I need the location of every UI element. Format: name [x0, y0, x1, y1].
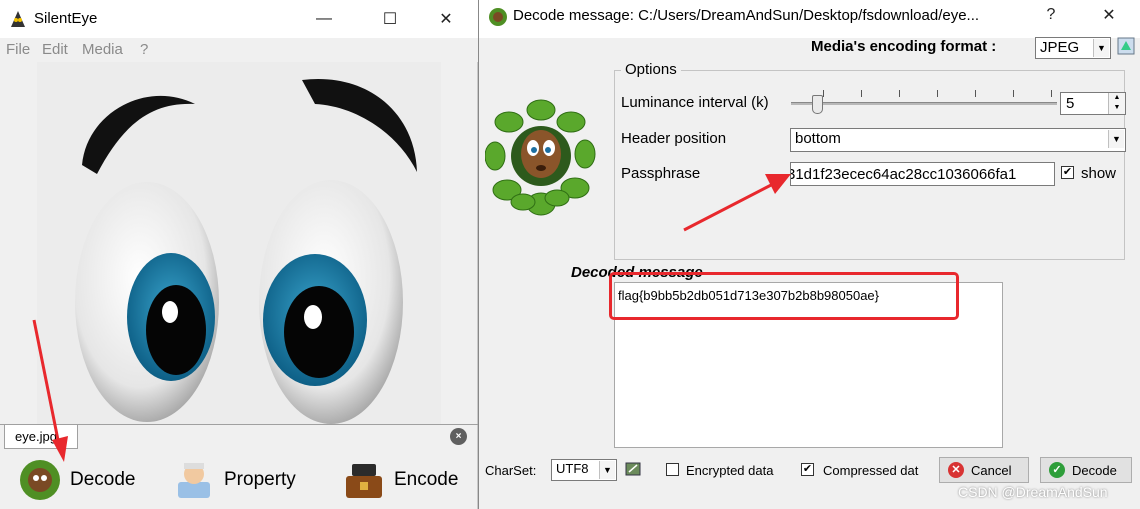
close-button[interactable]: ✕	[424, 0, 468, 38]
leaves-mascot-image	[485, 99, 596, 216]
luminance-label: Luminance interval (k)	[621, 94, 769, 111]
slider-tick	[1013, 90, 1014, 97]
cartoon-eyes-image	[75, 78, 417, 424]
main-title-bar[interactable]: SilentEye — ☐ ✕	[0, 0, 478, 38]
encoding-format-value: JPEG	[1040, 39, 1080, 56]
property-doctor-icon	[178, 463, 210, 498]
annotation-arrow-decode	[32, 319, 68, 462]
tab-close-icon[interactable]: ×	[450, 428, 467, 445]
menu-file[interactable]: File	[6, 41, 30, 58]
luminance-spinbox[interactable]: 5 ▲ ▼	[1060, 92, 1126, 115]
minimize-button[interactable]: —	[302, 0, 346, 38]
menu-media[interactable]: Media	[82, 41, 123, 58]
dialog-title-bar[interactable]: Decode message: C:/Users/DreamAndSun/Des…	[479, 0, 1140, 38]
header-position-label: Header position	[621, 130, 727, 147]
show-label: show	[1081, 165, 1117, 182]
slider-tick	[899, 90, 900, 97]
compressed-data-checkbox[interactable]: ✔	[801, 463, 814, 476]
charset-value: UTF8	[556, 461, 589, 476]
decode-button-label: Decode	[70, 469, 136, 490]
encrypted-data-checkbox[interactable]	[666, 463, 679, 476]
encrypted-data-label: Encrypted data	[686, 463, 774, 478]
slider-tick	[861, 90, 862, 97]
passphrase-value: 31d1f23ecec64ac28cc1036066fa1	[790, 166, 1017, 183]
encoding-format-label: Media's encoding format :	[811, 38, 997, 55]
header-position-value: bottom	[795, 130, 841, 147]
check-icon: ✓	[1049, 462, 1065, 478]
silenteye-app-icon	[11, 11, 25, 27]
menu-edit[interactable]: Edit	[42, 41, 68, 58]
dialog-decode-button-label: Decode	[1072, 462, 1117, 478]
cancel-button-label: Cancel	[971, 462, 1012, 478]
dialog-decode-button[interactable]: ✓ Decode	[1040, 457, 1132, 483]
decode-message-dialog: Decode message: C:/Users/DreamAndSun/Des…	[478, 0, 1140, 509]
maximize-button[interactable]: ☐	[368, 0, 412, 38]
property-button-label: Property	[224, 469, 296, 490]
compressed-data-label: Compressed dat	[823, 463, 919, 478]
options-title: Options	[621, 61, 681, 78]
slider-tick	[975, 90, 976, 97]
media-preview	[37, 62, 441, 424]
charset-select[interactable]: UTF8 ▼	[551, 459, 617, 481]
annotation-arrow-passphrase	[683, 174, 791, 232]
header-position-select[interactable]: bottom ▼	[790, 128, 1126, 152]
luminance-slider-thumb[interactable]	[812, 95, 823, 114]
passphrase-input[interactable]: 31d1f23ecec64ac28cc1036066fa1	[790, 162, 1055, 186]
cancel-icon: ✕	[948, 462, 964, 478]
slider-tick	[823, 90, 824, 97]
dialog-close-button[interactable]: ✕	[1087, 0, 1131, 34]
silenteye-main-window: SilentEye — ☐ ✕ File Edit Media ? eye.jp…	[0, 0, 478, 509]
encode-treasure-icon	[346, 464, 382, 498]
chevron-down-icon: ▼	[1108, 130, 1124, 148]
luminance-value: 5	[1066, 95, 1075, 112]
show-passphrase-checkbox[interactable]: ✔	[1061, 166, 1074, 179]
menu-help[interactable]: ?	[140, 41, 148, 58]
dialog-title: Decode message: C:/Users/DreamAndSun/Des…	[513, 7, 980, 24]
slider-tick	[1051, 90, 1052, 97]
dialog-help-button[interactable]: ?	[1029, 0, 1073, 34]
charset-edit-icon[interactable]	[625, 461, 641, 477]
luminance-slider-track[interactable]	[791, 102, 1057, 105]
annotation-highlight-box	[609, 272, 959, 320]
encode-button[interactable]: Encode	[342, 452, 458, 508]
dialog-decode-icon	[489, 8, 507, 26]
main-window-title: SilentEye	[34, 10, 98, 27]
csdn-watermark: CSDN @DreamAndSun	[958, 484, 1108, 500]
menu-bar: File Edit Media ?	[0, 38, 478, 62]
slider-tick	[937, 90, 938, 97]
charset-label: CharSet:	[485, 463, 537, 478]
cancel-button[interactable]: ✕ Cancel	[939, 457, 1029, 483]
spin-arrows-icon[interactable]: ▲ ▼	[1108, 93, 1125, 114]
encode-button-label: Encode	[394, 469, 459, 490]
chevron-down-icon: ▼	[1093, 39, 1109, 57]
chevron-down-icon: ▼	[599, 461, 615, 479]
property-button[interactable]: Property	[172, 452, 296, 508]
encoding-format-select[interactable]: JPEG ▼	[1035, 37, 1111, 59]
format-info-icon[interactable]	[1117, 37, 1135, 55]
